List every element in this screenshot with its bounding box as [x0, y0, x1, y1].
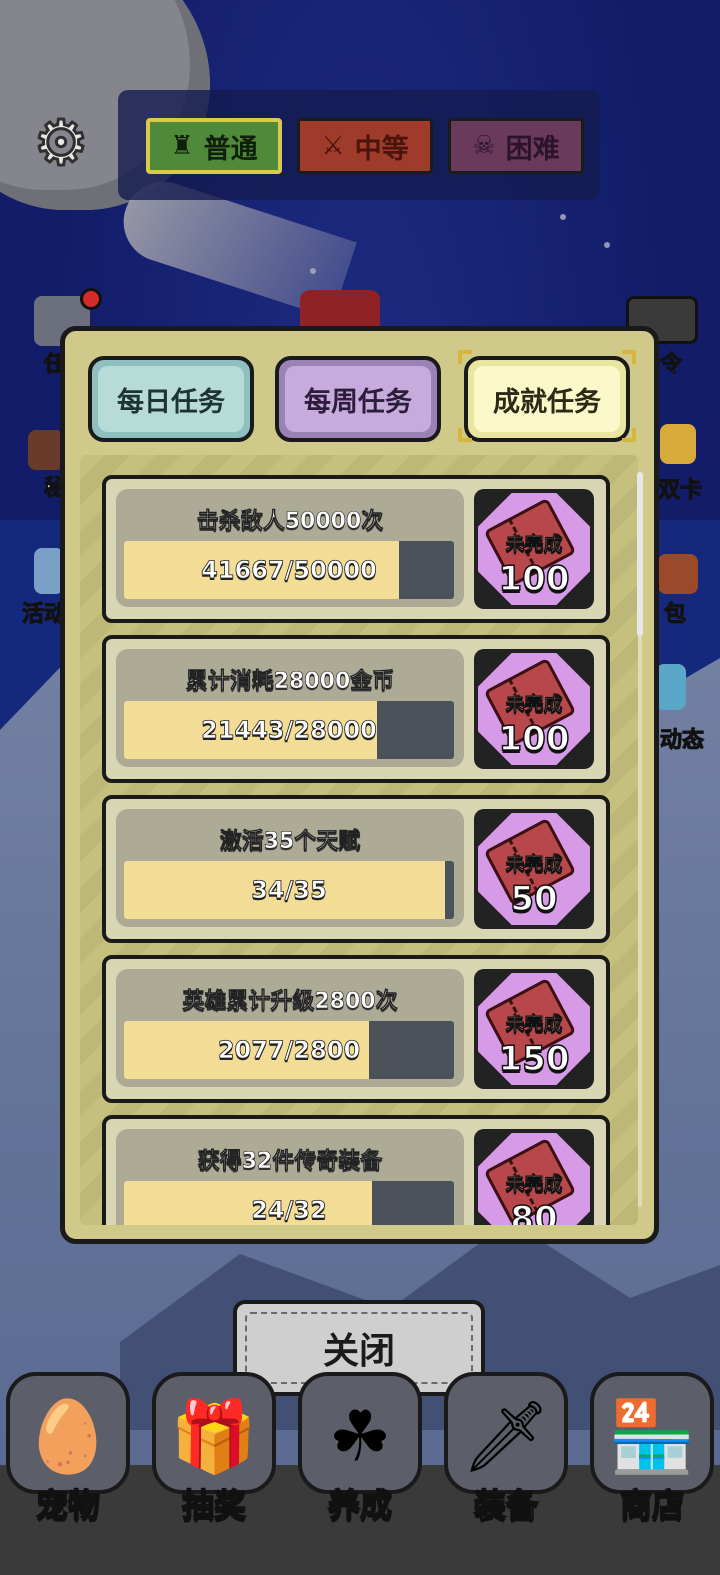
nav-pet[interactable]: 🥚 宠物 — [6, 1372, 130, 1525]
task-info: 击杀敌人50000次 41667/50000 — [116, 489, 464, 607]
gift-icon[interactable] — [658, 554, 698, 594]
reward-amount: 50 — [510, 878, 559, 920]
task-info: 激活35个天赋 34/35 — [116, 809, 464, 927]
reward-claim-button[interactable]: 未完成 150 — [474, 969, 594, 1089]
task-item: 累计消耗28000金币 21443/28000 未完成 100 — [102, 635, 610, 783]
task-title: 激活35个天赋 — [219, 829, 361, 855]
side-label-news[interactable]: 动态 — [659, 722, 704, 754]
reward-status: 未完成 — [505, 533, 563, 556]
progress-text: 34/35 — [251, 876, 327, 905]
reward-amount: 80 — [510, 1198, 559, 1225]
task-item: 击杀敌人50000次 41667/50000 未完成 100 — [102, 475, 610, 623]
selected-corner-marker — [622, 350, 636, 364]
task-info: 英雄累计升级2800次 2077/2800 — [116, 969, 464, 1087]
chest-icon: 🎁 — [170, 1395, 258, 1478]
reward-status: 未完成 — [505, 853, 563, 876]
reward-claim-button[interactable]: 未完成 50 — [474, 809, 594, 929]
reward-claim-button[interactable]: 未完成 100 — [474, 649, 594, 769]
task-title: 获得32件传奇装备 — [197, 1149, 383, 1175]
sword-icon: 🗡 — [461, 1395, 551, 1478]
castle-icon: ♜ — [170, 131, 194, 161]
progress-text: 2077/2800 — [217, 1036, 361, 1065]
task-info: 累计消耗28000金币 21443/28000 — [116, 649, 464, 767]
tab-achievement[interactable]: 成就任务 — [464, 356, 630, 442]
task-title: 累计消耗28000金币 — [185, 669, 395, 695]
difficulty-medium-label: 中等 — [354, 133, 409, 165]
nav-shop[interactable]: 🏪 商店 — [590, 1372, 714, 1525]
tab-daily[interactable]: 每日任务 — [88, 356, 254, 442]
difficulty-hard-label: 困难 — [505, 133, 560, 165]
task-list-scrollbar[interactable] — [637, 472, 643, 636]
difficulty-normal-label: 普通 — [203, 133, 258, 165]
selected-corner-marker — [622, 428, 636, 442]
difficulty-hard-button[interactable]: ☠ 困难 — [448, 118, 584, 174]
nav-shop-label: 商店 — [619, 1485, 685, 1525]
reward-status: 未完成 — [505, 693, 563, 716]
progress-text: 41667/50000 — [201, 556, 378, 585]
nav-cultivate-label: 养成 — [327, 1485, 393, 1525]
nav-lottery-label: 抽奖 — [181, 1485, 247, 1525]
task-progress-bar: 2077/2800 — [124, 1021, 454, 1079]
selected-corner-marker — [458, 428, 472, 442]
clover-bottle-icon: ☘ — [328, 1395, 392, 1478]
reward-status: 未完成 — [505, 1013, 563, 1036]
reward-amount: 150 — [498, 1038, 570, 1080]
close-label: 关闭 — [322, 1331, 395, 1372]
nav-card: 🎁 — [152, 1372, 276, 1494]
progress-text: 24/32 — [251, 1196, 327, 1225]
task-item: 获得32件传奇装备 24/32 未完成 80 — [102, 1115, 610, 1225]
side-label-card[interactable]: 双卡 — [657, 472, 702, 504]
task-progress-bar: 21443/28000 — [124, 701, 454, 759]
nav-cultivate[interactable]: ☘ 养成 — [298, 1372, 422, 1525]
difficulty-normal-button[interactable]: ♜ 普通 — [146, 118, 282, 174]
skull-icon: ☠ — [472, 131, 496, 161]
nav-equipment[interactable]: 🗡 装备 — [444, 1372, 568, 1525]
selected-corner-marker — [458, 350, 472, 364]
task-item: 激活35个天赋 34/35 未完成 50 — [102, 795, 610, 943]
vip-icon[interactable] — [660, 424, 696, 464]
nav-card: 🏪 — [590, 1372, 714, 1494]
task-list[interactable]: 击杀敌人50000次 41667/50000 未完成 100 累计消耗28000… — [80, 455, 638, 1225]
nav-lottery[interactable]: 🎁 抽奖 — [152, 1372, 276, 1525]
crossed-swords-icon: ⚔ — [321, 131, 345, 161]
nav-equipment-label: 装备 — [473, 1485, 539, 1525]
task-title: 英雄累计升级2800次 — [182, 989, 398, 1015]
nav-card: 🗡 — [444, 1372, 568, 1494]
tab-weekly-label: 每周任务 — [304, 386, 412, 418]
nav-pet-label: 宠物 — [35, 1485, 101, 1525]
task-progress-bar: 24/32 — [124, 1181, 454, 1225]
tap-icon[interactable] — [656, 664, 686, 710]
task-title: 击杀敌人50000次 — [196, 509, 384, 535]
nav-card: ☘ — [298, 1372, 422, 1494]
nav-card: 🥚 — [6, 1372, 130, 1494]
tab-daily-label: 每日任务 — [117, 386, 225, 418]
side-label-pack[interactable]: 包 — [663, 596, 686, 628]
notification-dot-icon — [80, 288, 102, 310]
task-info: 获得32件传奇装备 24/32 — [116, 1129, 464, 1225]
progress-text: 21443/28000 — [201, 716, 378, 745]
reward-amount: 100 — [498, 718, 570, 760]
secret-icon[interactable] — [28, 430, 64, 470]
side-label-pass[interactable]: 令 — [659, 346, 682, 378]
difficulty-medium-button[interactable]: ⚔ 中等 — [297, 118, 433, 174]
reward-claim-button[interactable]: 未完成 100 — [474, 489, 594, 609]
reward-amount: 100 — [498, 558, 570, 600]
egg-icon: 🥚 — [24, 1395, 112, 1478]
task-item: 英雄累计升级2800次 2077/2800 未完成 150 — [102, 955, 610, 1103]
task-progress-bar: 41667/50000 — [124, 541, 454, 599]
tab-weekly[interactable]: 每周任务 — [275, 356, 441, 442]
reward-status: 未完成 — [505, 1173, 563, 1196]
task-progress-bar: 34/35 — [124, 861, 454, 919]
tab-achievement-label: 成就任务 — [493, 386, 601, 418]
reward-claim-button[interactable]: 未完成 80 — [474, 1129, 594, 1225]
settings-gear-icon[interactable]: ⚙ — [30, 110, 92, 175]
shop-icon: 🏪 — [608, 1395, 696, 1478]
